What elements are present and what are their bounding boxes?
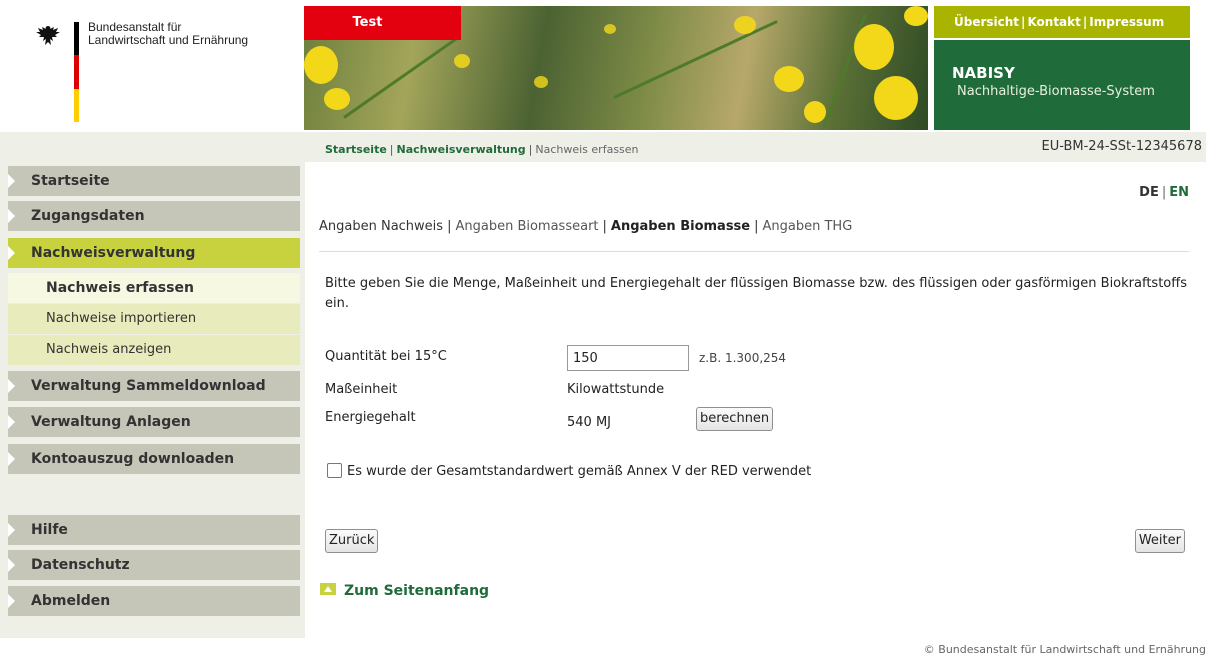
- sidebar-item-zugangsdaten[interactable]: Zugangsdaten: [8, 201, 300, 231]
- top-navigation: Übersicht | Kontakt | Impressum: [934, 6, 1190, 38]
- sidebar: Startseite Zugangsdaten Nachweisverwaltu…: [0, 162, 305, 638]
- main-content: DE | EN Angaben Nachweis | Angaben Biomassea…: [305, 162, 1201, 638]
- step-angaben-biomasse: Angaben Biomasse: [610, 219, 751, 234]
- language-switcher: DE | EN: [1139, 185, 1189, 200]
- logo-text: Bundesanstalt für Landwirtschaft und Ern…: [88, 21, 248, 47]
- sidebar-subitem-nachweise-importieren[interactable]: Nachweise importieren: [8, 304, 300, 334]
- default-value-checkbox[interactable]: [327, 463, 342, 478]
- quantity-label: Quantität bei 15°C: [325, 349, 447, 364]
- form-instructions: Bitte geben Sie die Menge, Maßeinheit un…: [325, 276, 1187, 311]
- breadcrumb: Startseite | Nachweisverwaltung | Nachweis e…: [325, 143, 639, 156]
- sidebar-item-hilfe[interactable]: Hilfe: [8, 515, 300, 545]
- breadcrumb-nachweisverwaltung-link[interactable]: Nachweisverwaltung: [397, 143, 526, 156]
- sidebar-item-abmelden[interactable]: Abmelden: [8, 586, 300, 616]
- next-button[interactable]: Weiter: [1134, 529, 1185, 553]
- step-angaben-biomasseart[interactable]: Angaben Biomasseart: [455, 219, 598, 234]
- step-separator: |: [447, 219, 452, 234]
- sidebar-subitem-nachweis-erfassen[interactable]: Nachweis erfassen: [8, 273, 300, 303]
- overview-link[interactable]: Übersicht: [954, 15, 1019, 29]
- quantity-input[interactable]: [567, 345, 689, 371]
- energy-value: 540 MJ: [567, 415, 611, 430]
- back-to-top-label[interactable]: Zum Seitenanfang: [344, 583, 489, 599]
- header: Bundesanstalt für Landwirtschaft und Ern…: [0, 0, 1206, 132]
- breadcrumb-separator: |: [528, 143, 533, 156]
- quantity-hint: z.B. 1.300,254: [699, 351, 787, 365]
- header-banner-image: Test: [304, 6, 928, 130]
- ble-logo[interactable]: Bundesanstalt für Landwirtschaft und Ern…: [0, 0, 304, 132]
- sidebar-item-nachweisverwaltung[interactable]: Nachweisverwaltung: [8, 238, 300, 268]
- step-separator: |: [602, 219, 607, 234]
- step-angaben-thg[interactable]: Angaben THG: [763, 219, 853, 234]
- contact-link[interactable]: Kontakt: [1027, 15, 1080, 29]
- breadcrumb-bar: Startseite | Nachweisverwaltung | Nachweis e…: [0, 132, 1206, 162]
- language-de[interactable]: DE: [1139, 185, 1159, 200]
- default-value-checkbox-row[interactable]: Es wurde der Gesamtstandardwert gemäß An…: [327, 463, 811, 479]
- energy-label: Energiegehalt: [325, 410, 416, 425]
- federal-eagle-icon: [36, 26, 60, 45]
- logo-line-2: Landwirtschaft und Ernährung: [88, 33, 249, 47]
- footer-copyright: © Bundesanstalt für Landwirtschaft und E…: [923, 643, 1206, 656]
- back-to-top-link[interactable]: Zum Seitenanfang: [320, 583, 489, 599]
- language-separator: |: [1161, 185, 1167, 200]
- document-id: EU-BM-24-SSt-12345678: [1041, 139, 1202, 154]
- test-environment-label: Test: [304, 6, 461, 40]
- sidebar-item-startseite[interactable]: Startseite: [8, 166, 300, 196]
- sidebar-item-verwaltung-anlagen[interactable]: Verwaltung Anlagen: [8, 407, 300, 437]
- step-angaben-nachweis[interactable]: Angaben Nachweis: [319, 219, 443, 234]
- nabisy-brand: NABISY Nachhaltige-Biomasse-System: [934, 40, 1190, 130]
- breadcrumb-separator: |: [389, 143, 394, 156]
- sidebar-item-datenschutz[interactable]: Datenschutz: [8, 550, 300, 580]
- sidebar-item-verwaltung-sammeldownload[interactable]: Verwaltung Sammeldownload: [8, 371, 300, 401]
- brand-subtitle: Nachhaltige-Biomasse-System: [957, 84, 1155, 99]
- step-separator: |: [754, 219, 759, 234]
- breadcrumb-home-link[interactable]: Startseite: [325, 143, 387, 156]
- sidebar-item-kontoauszug-downloaden[interactable]: Kontoauszug downloaden: [8, 444, 300, 474]
- calculate-button[interactable]: berechnen: [696, 407, 774, 431]
- german-flag-bar: [74, 22, 79, 122]
- unit-label: Maßeinheit: [325, 382, 398, 397]
- breadcrumb-current: Nachweis erfassen: [535, 143, 639, 156]
- arrow-up-icon: [320, 583, 336, 595]
- default-value-checkbox-label[interactable]: Es wurde der Gesamtstandardwert gemäß An…: [347, 464, 811, 479]
- unit-value: Kilowattstunde: [567, 382, 665, 397]
- back-button[interactable]: Zurück: [325, 529, 379, 553]
- brand-name: NABISY: [952, 64, 1015, 82]
- topnav-separator: |: [1082, 15, 1088, 29]
- divider: [319, 251, 1189, 252]
- language-en[interactable]: EN: [1169, 185, 1189, 200]
- wizard-steps: Angaben Nachweis | Angaben Biomasseart | Ang…: [319, 219, 852, 234]
- imprint-link[interactable]: Impressum: [1089, 15, 1164, 29]
- sidebar-subitem-nachweis-anzeigen[interactable]: Nachweis anzeigen: [8, 335, 300, 365]
